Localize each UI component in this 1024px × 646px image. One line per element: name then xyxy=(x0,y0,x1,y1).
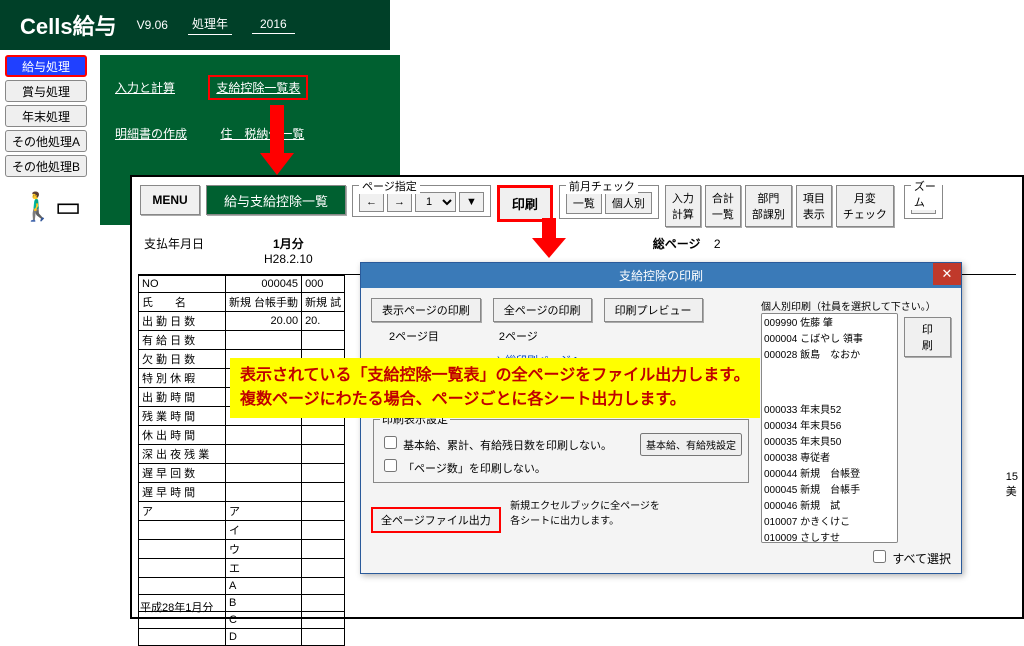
print-displayed-button[interactable]: 表示ページの印刷 xyxy=(371,298,481,322)
print-all-button[interactable]: 全ページの印刷 xyxy=(493,298,592,322)
page-a: 2ページ目 xyxy=(389,328,439,344)
th: 有 給 日 数 xyxy=(139,331,226,350)
th: 欠 勤 日 数 xyxy=(139,350,226,369)
cell: エ xyxy=(226,559,302,578)
page-group: ページ指定 ← → 1 ▼ xyxy=(352,185,491,217)
page-dropdown-button[interactable]: ▼ xyxy=(459,192,484,212)
link-deduction-list[interactable]: 支給控除一覧表 xyxy=(208,75,308,100)
cell: 000045 xyxy=(226,276,302,293)
th: 深 出 夜 残 業 xyxy=(139,445,226,464)
page-select[interactable]: 1 xyxy=(415,192,456,212)
chk-pagenum[interactable]: 「ページ数」を印刷しない。 xyxy=(380,463,546,475)
year-label: 処理年 xyxy=(188,15,232,35)
th: 出 勤 日 数 xyxy=(139,312,226,331)
link-detail[interactable]: 明細書の作成 xyxy=(115,125,187,142)
th: 特 別 休 暇 xyxy=(139,369,226,388)
chk-basic[interactable]: 基本給、累計、有給残日数を印刷しない。 xyxy=(380,440,612,452)
th: 遅 早 回 数 xyxy=(139,464,226,483)
print-dialog: 支給控除の印刷 ✕ 表示ページの印刷 全ページの印刷 印刷プレビュー 2ページ目… xyxy=(360,262,962,574)
footer-date: 平成28年1月分 xyxy=(140,599,213,615)
basic-settings-button[interactable]: 基本給、有給残設定 xyxy=(640,433,742,456)
th: 残 業 時 間 xyxy=(139,407,226,426)
th: 遅 早 時 間 xyxy=(139,483,226,502)
prevmonth-indiv-button[interactable]: 個人別 xyxy=(605,192,652,214)
th-name: 氏 名 xyxy=(139,293,226,312)
deduction-list-button[interactable]: 給与支給控除一覧 xyxy=(206,185,346,215)
app-header: Cells給与 V9.06 処理年 2016 xyxy=(0,0,390,50)
th: 休 出 時 間 xyxy=(139,426,226,445)
sidebar-item-other-b[interactable]: その他処理B xyxy=(5,155,87,177)
employee-list[interactable]: 009990 佐藤 肇000004 こばやし 領事000028 飯島 なおか00… xyxy=(761,313,898,543)
th-no: NO xyxy=(139,276,226,293)
page-group-label: ページ指定 xyxy=(359,178,420,194)
cell: 20. xyxy=(302,312,345,331)
cell: 000 xyxy=(302,276,345,293)
cell: C xyxy=(226,612,302,629)
link-input[interactable]: 入力と計算 xyxy=(115,79,175,96)
toolbar: MENU 給与支給控除一覧 ページ指定 ← → 1 ▼ 印刷 前月チェック 一覧… xyxy=(132,177,1022,231)
cell: D xyxy=(226,629,302,646)
cell: 新規 台帳手動 xyxy=(226,293,302,312)
indiv-print-button[interactable]: 印刷 xyxy=(904,317,951,357)
app-title: Cells給与 xyxy=(20,9,117,41)
sidebar-item-bonus[interactable]: 賞与処理 xyxy=(5,80,87,102)
cell: イ xyxy=(226,521,302,540)
menu-button[interactable]: MENU xyxy=(140,185,200,215)
close-button[interactable]: ✕ xyxy=(933,263,961,285)
right-edge: 15 美 xyxy=(1006,471,1018,499)
page-b: 2ページ xyxy=(499,328,538,344)
link-tax[interactable]: 住 税納付一覧 xyxy=(220,125,304,142)
opt-dept[interactable]: 部門 部課別 xyxy=(745,185,792,227)
cell: ア xyxy=(226,502,302,521)
chk-select-all[interactable]: すべて選択 xyxy=(869,552,951,566)
sidebar-item-salary[interactable]: 給与処理 xyxy=(5,55,87,77)
zoom-group: ズーム － xyxy=(904,185,943,219)
sidebar: 給与処理 賞与処理 年末処理 その他処理A その他処理B xyxy=(5,55,87,177)
prevmonth-list-button[interactable]: 一覧 xyxy=(566,192,602,214)
th: ア xyxy=(139,502,226,521)
opt-input[interactable]: 入力 計算 xyxy=(665,185,701,227)
output-all-button[interactable]: 全ページファイル出力 xyxy=(371,507,501,533)
cell: ウ xyxy=(226,540,302,559)
person-icon: 🚶‍♂️▭ xyxy=(20,190,81,223)
totalpage: 2 xyxy=(714,237,721,251)
cell: 新規 試 xyxy=(302,293,345,312)
employee-list-label: 個人別印刷（社員を選択して下さい。） xyxy=(761,298,951,313)
opt-change[interactable]: 月変 チェック xyxy=(836,185,894,227)
next-page-button[interactable]: → xyxy=(387,192,412,212)
prevmonth-group: 前月チェック 一覧 個人別 xyxy=(559,185,659,219)
prevmonth-label: 前月チェック xyxy=(566,178,638,194)
zoom-label: ズーム xyxy=(911,178,942,210)
print-preview-button[interactable]: 印刷プレビュー xyxy=(604,298,703,322)
cell: B xyxy=(226,595,302,612)
prev-page-button[interactable]: ← xyxy=(359,192,384,212)
print-button[interactable]: 印刷 xyxy=(497,185,553,222)
dialog-title: 支給控除の印刷 ✕ xyxy=(361,263,961,288)
sidebar-item-yearend[interactable]: 年末処理 xyxy=(5,105,87,127)
output-note: 新規エクセルブックに全ページを 各シートに出力します。 xyxy=(510,497,660,527)
highlight-note: 表示されている「支給控除一覧表」の全ページをファイル出力します。 複数ページにわ… xyxy=(230,358,760,418)
year-value[interactable]: 2016 xyxy=(252,17,295,34)
th: 出 勤 時 間 xyxy=(139,388,226,407)
paydate-label: 支払年月日 xyxy=(144,235,204,266)
print-settings-group: 印刷表示設定 基本給、累計、有給残日数を印刷しない。 基本給、有給残設定 「ペー… xyxy=(373,411,749,483)
cell: A xyxy=(226,578,302,595)
opt-total[interactable]: 合計 一覧 xyxy=(705,185,741,227)
totalpage-label: 総ページ xyxy=(653,237,701,251)
option-buttons: 入力 計算 合計 一覧 部門 部課別 項目 表示 月変 チェック xyxy=(665,185,894,227)
cell: 20.00 xyxy=(226,312,302,331)
month: 1月分 xyxy=(273,235,304,252)
date: H28.2.10 xyxy=(264,252,313,266)
opt-item[interactable]: 項目 表示 xyxy=(796,185,832,227)
app-version: V9.06 xyxy=(137,18,168,32)
sidebar-item-other-a[interactable]: その他処理A xyxy=(5,130,87,152)
